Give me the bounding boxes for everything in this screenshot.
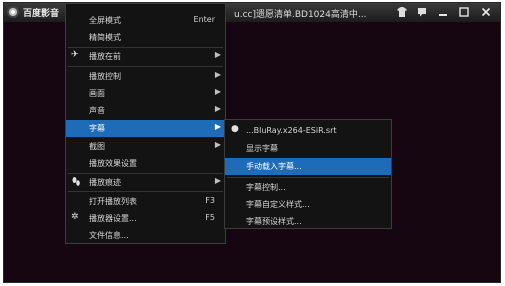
menu-item-screenshot[interactable]: 截图 ▶ <box>66 138 225 155</box>
submenu-item-preset-style[interactable]: 字幕预设样式... <box>225 213 391 230</box>
menu-item-label: 截图 <box>89 142 105 151</box>
gear-icon: ✲ <box>71 212 79 222</box>
submenu-arrow-icon: ▶ <box>214 140 221 149</box>
menu-divider <box>68 191 223 192</box>
menu-item-file-info[interactable]: 文件信息... <box>66 227 225 244</box>
menu-item-label: 字幕控制... <box>246 183 286 192</box>
pin-icon: ✈ <box>71 50 79 60</box>
menu-item-label: ...BluRay.x264-ESiR.srt <box>246 126 337 135</box>
menu-item-label: 播放效果设置 <box>89 159 137 168</box>
submenu-item-subtitle-file[interactable]: ● ...BluRay.x264-ESiR.srt <box>225 123 391 140</box>
menu-item-playback-control[interactable]: 播放控制 ▶ <box>66 68 225 85</box>
menu-item-label: 画面 <box>89 89 105 98</box>
menu-item-picture[interactable]: 画面 ▶ <box>66 85 225 102</box>
close-icon[interactable] <box>480 6 492 18</box>
menu-item-compact-mode[interactable]: 精简模式 <box>66 29 225 46</box>
radio-selected-icon: ● <box>231 124 239 134</box>
menu-item-play-history[interactable]: 播放痕迹 ▶ <box>66 174 225 191</box>
menu-item-label: 手动载入字幕... <box>246 162 302 171</box>
shirt-icon[interactable] <box>396 6 408 18</box>
app-name: 百度影音 <box>23 9 60 19</box>
menu-item-player-settings[interactable]: ✲ 播放器设置... F5 <box>66 210 225 227</box>
submenu-arrow-icon: ▶ <box>214 70 221 79</box>
menu-item-subtitles[interactable]: 字幕 ▶ <box>66 120 225 137</box>
footprint-icon <box>71 176 81 190</box>
context-menu: 全屏模式 Enter 精简模式 ✈ 播放在前 ▶ 播放控制 ▶ 画面 ▶ 声音 … <box>65 3 226 244</box>
menu-item-always-on-top[interactable]: ✈ 播放在前 ▶ <box>66 48 225 65</box>
submenu-arrow-icon: ▶ <box>214 104 221 113</box>
menu-shortcut: F5 <box>205 213 215 222</box>
submenu-item-subtitle-control[interactable]: 字幕控制... <box>225 179 391 196</box>
menu-item-label: 字幕 <box>89 124 105 133</box>
menu-item-audio[interactable]: 声音 ▶ <box>66 102 225 119</box>
submenu-item-load-subtitles[interactable]: 手动载入字幕... <box>225 158 391 175</box>
menu-divider <box>68 66 223 67</box>
menu-item-label: 文件信息... <box>89 231 129 240</box>
menu-shortcut: Enter <box>193 15 215 24</box>
minimize-icon[interactable] <box>437 6 449 18</box>
maximize-icon[interactable] <box>458 6 470 18</box>
menu-item-label: 播放控制 <box>89 72 121 81</box>
menu-item-playback-effects[interactable]: 播放效果设置 <box>66 155 225 172</box>
menu-item-label: 播放痕迹 <box>89 178 121 187</box>
menu-item-label: 显示字幕 <box>246 144 278 153</box>
menu-item-label: 字幕预设样式... <box>246 217 302 226</box>
menu-item-label: 打开播放列表 <box>89 197 137 206</box>
menu-item-label: 字幕自定义样式... <box>246 200 310 209</box>
menu-item-label: 精简模式 <box>89 33 121 42</box>
menu-divider <box>227 177 389 178</box>
submenu-item-show-subtitles[interactable]: 显示字幕 <box>225 140 391 157</box>
player-window: 百度影音 u.cc]遗愿清单.BD1024高清中... 全屏模式 Enter 精… <box>3 2 501 283</box>
submenu-item-custom-style[interactable]: 字幕自定义样式... <box>225 196 391 213</box>
submenu-arrow-icon: ▶ <box>214 87 221 96</box>
video-title: u.cc]遗愿清单.BD1024高清中... <box>234 10 367 20</box>
app-logo-icon <box>7 6 19 18</box>
menu-item-open-playlist[interactable]: 打开播放列表 F3 <box>66 193 225 210</box>
submenu-arrow-icon: ▶ <box>214 122 221 131</box>
menu-shortcut: F3 <box>205 196 215 205</box>
submenu-arrow-icon: ▶ <box>214 176 221 185</box>
menu-item-fullscreen[interactable]: 全屏模式 Enter <box>66 12 225 29</box>
chat-icon[interactable] <box>416 6 428 18</box>
menu-item-label: 声音 <box>89 106 105 115</box>
menu-item-label: 全屏模式 <box>89 16 121 25</box>
submenu-arrow-icon: ▶ <box>214 50 221 59</box>
menu-item-label: 播放器设置... <box>89 214 137 223</box>
menu-item-label: 播放在前 <box>89 52 121 61</box>
subtitle-submenu: ● ...BluRay.x264-ESiR.srt 显示字幕 手动载入字幕...… <box>224 119 392 229</box>
